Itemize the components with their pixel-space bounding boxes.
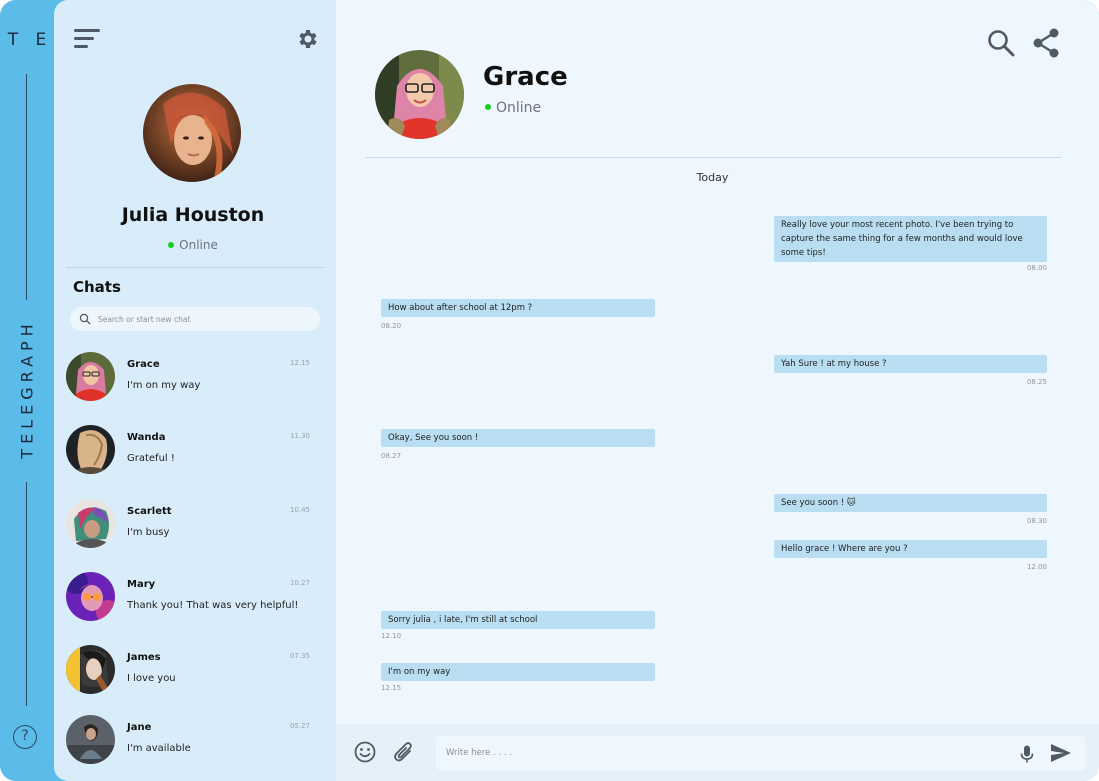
- microphone-icon[interactable]: [1020, 745, 1034, 763]
- sidebar-divider: [66, 267, 325, 268]
- message-time: 12.10: [381, 632, 402, 640]
- message-bubble-outgoing: Hello grace ! Where are you ?: [774, 540, 1047, 558]
- chat-time: 05.27: [289, 722, 310, 730]
- avatar: [66, 352, 115, 401]
- send-icon[interactable]: [1050, 743, 1072, 763]
- chat-name: Scarlett: [127, 506, 172, 517]
- rail-divider-bottom: [26, 482, 27, 706]
- chat-time: 10.27: [289, 579, 310, 587]
- profile-status-text: Online: [179, 238, 218, 252]
- message-composer: [336, 724, 1099, 781]
- profile-status: Online: [54, 238, 332, 252]
- message-input[interactable]: [446, 736, 1006, 770]
- hamburger-menu-icon[interactable]: [74, 29, 100, 49]
- online-dot-icon: [485, 104, 491, 110]
- message-time: 08.27: [381, 452, 402, 460]
- search-icon: [79, 313, 91, 325]
- avatar: [66, 645, 115, 694]
- chat-time: 07.35: [289, 652, 310, 660]
- message-bubble-outgoing: See you soon ! 🐱: [774, 494, 1047, 512]
- chat-name: James: [127, 652, 161, 663]
- avatar: [66, 572, 115, 621]
- chat-name: Jane: [127, 722, 152, 733]
- profile-avatar[interactable]: [143, 84, 241, 182]
- message-bubble-incoming: How about after school at 12pm ?: [381, 299, 655, 317]
- chat-list-item-james[interactable]: James 07.35 I love you: [54, 645, 332, 711]
- sidebar: Julia Houston Online Chats Search or sta…: [54, 0, 336, 781]
- message-time: 12.00: [1026, 563, 1047, 571]
- chat-preview: Thank you! That was very helpful!: [127, 600, 299, 611]
- message-bubble-incoming: Okay, See you soon !: [381, 429, 655, 447]
- chat-name: Mary: [127, 579, 156, 590]
- header-divider: [365, 157, 1061, 158]
- message-time: 08.30: [1026, 517, 1047, 525]
- brand-short-logo: T E: [7, 30, 53, 50]
- chat-time: 10.45: [289, 506, 310, 514]
- chat-list-item-jane[interactable]: Jane 05.27 I'm available: [54, 715, 332, 781]
- message-bubble-outgoing: Yah Sure ! at my house ?: [774, 355, 1047, 373]
- chat-name: Grace: [127, 359, 160, 370]
- avatar: [66, 425, 115, 474]
- paperclip-icon[interactable]: [393, 740, 415, 764]
- brand-wordmark: TELEGRAPH: [17, 319, 37, 459]
- smiley-icon[interactable]: [354, 741, 376, 763]
- chat-time: 11.30: [289, 432, 310, 440]
- avatar: [66, 715, 115, 764]
- contact-status-text: Online: [496, 100, 542, 116]
- chat-preview: Grateful !: [127, 453, 175, 464]
- brand-rail: T E TELEGRAPH ?: [0, 0, 54, 781]
- chat-time: 12.15: [289, 359, 310, 367]
- share-icon[interactable]: [1032, 28, 1060, 58]
- online-dot-icon: [168, 241, 175, 248]
- profile-name: Julia Houston: [121, 204, 265, 226]
- gear-icon[interactable]: [296, 27, 320, 51]
- chats-heading: Chats: [73, 278, 121, 296]
- search-icon[interactable]: [987, 29, 1015, 57]
- day-separator-label: Today: [696, 171, 729, 184]
- message-bubble-outgoing: Really love your most recent photo. I've…: [774, 216, 1047, 262]
- message-time: 08.25: [1026, 378, 1047, 386]
- help-icon[interactable]: ?: [13, 725, 37, 749]
- message-input-box[interactable]: [436, 736, 1086, 770]
- contact-avatar[interactable]: [375, 50, 464, 139]
- chat-preview: I'm on my way: [127, 380, 201, 391]
- contact-status: Online: [485, 100, 541, 116]
- chat-name: Wanda: [127, 432, 166, 443]
- chat-preview: I'm busy: [127, 527, 170, 538]
- chat-list-item-scarlett[interactable]: Scarlett 10.45 I'm busy: [54, 499, 332, 565]
- chat-preview: I'm available: [127, 743, 191, 754]
- message-bubble-incoming: Sorry julia , i late, I'm still at schoo…: [381, 611, 655, 629]
- message-bubble-incoming: I'm on my way: [381, 663, 655, 681]
- message-time: 08.20: [381, 322, 402, 330]
- message-time: 12.15: [381, 684, 402, 692]
- contact-name: Grace: [483, 62, 568, 92]
- conversation-panel: Grace Online Today Really love your most…: [336, 0, 1099, 781]
- rail-divider-top: [26, 74, 27, 300]
- chat-list-item-grace[interactable]: Grace 12.15 I'm on my way: [54, 352, 332, 418]
- chat-preview: I love you: [127, 673, 176, 684]
- chat-search-box[interactable]: [70, 307, 320, 331]
- chat-list-item-wanda[interactable]: Wanda 11.30 Grateful !: [54, 425, 332, 491]
- message-time: 08.00: [1026, 264, 1047, 272]
- app-window: T E TELEGRAPH ? Julia Houston Online Cha…: [0, 0, 1099, 781]
- chat-list-item-mary[interactable]: Mary 10.27 Thank you! That was very help…: [54, 572, 332, 638]
- avatar: [66, 499, 115, 548]
- chat-search-input[interactable]: [98, 307, 308, 331]
